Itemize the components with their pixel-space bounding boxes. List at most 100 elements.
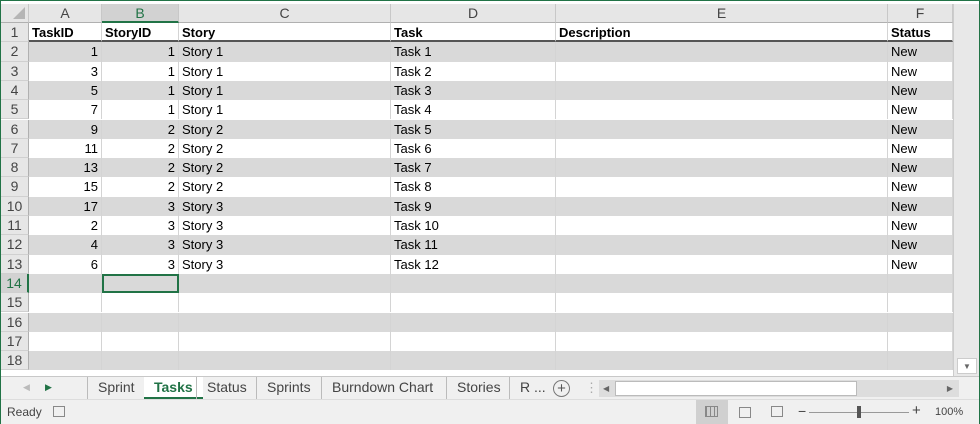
cell[interactable]: [556, 312, 888, 332]
cell[interactable]: Task 1: [391, 42, 556, 62]
cell[interactable]: New: [888, 138, 953, 159]
row-header[interactable]: 13: [1, 254, 29, 274]
zoom-level[interactable]: 100%: [935, 406, 963, 418]
cell[interactable]: 4: [29, 235, 102, 255]
cell[interactable]: 2: [102, 158, 179, 178]
cell[interactable]: Story 3: [179, 216, 391, 236]
row-header[interactable]: 9: [1, 177, 29, 197]
cell[interactable]: 11: [29, 138, 102, 159]
cell[interactable]: [556, 235, 888, 255]
scroll-left-icon[interactable]: ◀: [603, 381, 609, 396]
sheet-tab-burndown-chart[interactable]: Burndown Chart: [321, 377, 443, 399]
cell[interactable]: 3: [102, 235, 179, 255]
cell[interactable]: Task 3: [391, 80, 556, 101]
cell[interactable]: 1: [102, 61, 179, 81]
cell[interactable]: [556, 196, 888, 216]
column-header-c[interactable]: C: [179, 4, 391, 23]
cell[interactable]: [556, 42, 888, 62]
cell[interactable]: [29, 351, 102, 371]
column-title-cell[interactable]: TaskID: [29, 23, 102, 43]
row-header[interactable]: 2: [1, 42, 29, 62]
sheet-tab-tasks[interactable]: Tasks: [144, 377, 203, 399]
cell[interactable]: New: [888, 42, 953, 62]
sheet-tab-sprints[interactable]: Sprints: [256, 377, 321, 399]
cell[interactable]: Task 9: [391, 196, 556, 216]
cell[interactable]: Story 3: [179, 254, 391, 274]
cell[interactable]: [391, 273, 556, 294]
zoom-in-button[interactable]: +: [912, 402, 921, 419]
cell[interactable]: New: [888, 216, 953, 236]
row-header[interactable]: 8: [1, 158, 29, 178]
column-header-a[interactable]: A: [29, 4, 102, 23]
normal-view-button[interactable]: [696, 400, 728, 424]
cell[interactable]: [556, 273, 888, 294]
cell[interactable]: [102, 331, 179, 352]
cell[interactable]: Task 2: [391, 61, 556, 81]
cell[interactable]: [556, 100, 888, 120]
cell[interactable]: Task 10: [391, 216, 556, 236]
cell[interactable]: New: [888, 80, 953, 101]
add-sheet-button[interactable]: +: [553, 380, 570, 397]
cell[interactable]: [102, 293, 179, 313]
row-header[interactable]: 16: [1, 312, 29, 332]
zoom-out-button[interactable]: −: [798, 403, 806, 419]
cell[interactable]: 5: [29, 80, 102, 101]
splitter-handle[interactable]: ⋮: [585, 380, 598, 396]
cell[interactable]: 1: [102, 80, 179, 101]
cell[interactable]: [556, 158, 888, 178]
cell[interactable]: Task 12: [391, 254, 556, 274]
cell[interactable]: [888, 312, 953, 332]
cell[interactable]: 1: [29, 42, 102, 62]
cell[interactable]: 3: [102, 216, 179, 236]
row-header[interactable]: 12: [1, 235, 29, 255]
cell[interactable]: [29, 273, 102, 294]
next-sheet-icon[interactable]: ▶: [45, 382, 52, 393]
row-header[interactable]: 4: [1, 80, 29, 101]
sheet-tab-status[interactable]: Status: [196, 377, 257, 399]
cell[interactable]: [556, 216, 888, 236]
row-header[interactable]: 10: [1, 196, 29, 216]
cell[interactable]: [888, 331, 953, 352]
sheet-tab-sprint[interactable]: Sprint: [87, 377, 145, 399]
cell[interactable]: [391, 351, 556, 371]
column-title-cell[interactable]: Story: [179, 23, 391, 43]
cell[interactable]: Story 2: [179, 158, 391, 178]
cell[interactable]: 1: [102, 42, 179, 62]
cell[interactable]: New: [888, 119, 953, 139]
column-header-f[interactable]: F: [888, 4, 953, 23]
cell[interactable]: 3: [102, 196, 179, 216]
cell[interactable]: [29, 293, 102, 313]
cell[interactable]: Story 3: [179, 235, 391, 255]
cell[interactable]: 2: [102, 177, 179, 197]
cell[interactable]: [391, 293, 556, 313]
cell[interactable]: [556, 254, 888, 274]
scroll-right-icon[interactable]: ▶: [947, 381, 953, 396]
row-header[interactable]: 14: [1, 273, 29, 294]
cell[interactable]: [888, 351, 953, 371]
row-header[interactable]: 3: [1, 61, 29, 81]
row-header[interactable]: 1: [1, 23, 29, 43]
cell[interactable]: [29, 331, 102, 352]
page-break-icon[interactable]: [771, 406, 783, 417]
cell[interactable]: [179, 331, 391, 352]
cell[interactable]: Story 2: [179, 177, 391, 197]
prev-sheet-icon[interactable]: ◀: [23, 382, 30, 393]
cell[interactable]: Task 4: [391, 100, 556, 120]
column-header-b[interactable]: B: [102, 4, 179, 23]
cell[interactable]: Story 3: [179, 196, 391, 216]
column-header-e[interactable]: E: [556, 4, 888, 23]
cell[interactable]: Story 1: [179, 100, 391, 120]
cell[interactable]: New: [888, 235, 953, 255]
cell[interactable]: Task 8: [391, 177, 556, 197]
row-header[interactable]: 15: [1, 293, 29, 313]
vertical-scrollbar[interactable]: ▼: [953, 4, 979, 376]
cell[interactable]: 15: [29, 177, 102, 197]
cell[interactable]: Task 7: [391, 158, 556, 178]
horizontal-scrollbar[interactable]: ◀ ▶: [599, 380, 959, 397]
cell[interactable]: [888, 293, 953, 313]
cell[interactable]: Story 1: [179, 80, 391, 101]
row-header[interactable]: 7: [1, 138, 29, 159]
cell[interactable]: [556, 61, 888, 81]
cell[interactable]: New: [888, 158, 953, 178]
cell[interactable]: [179, 273, 391, 294]
